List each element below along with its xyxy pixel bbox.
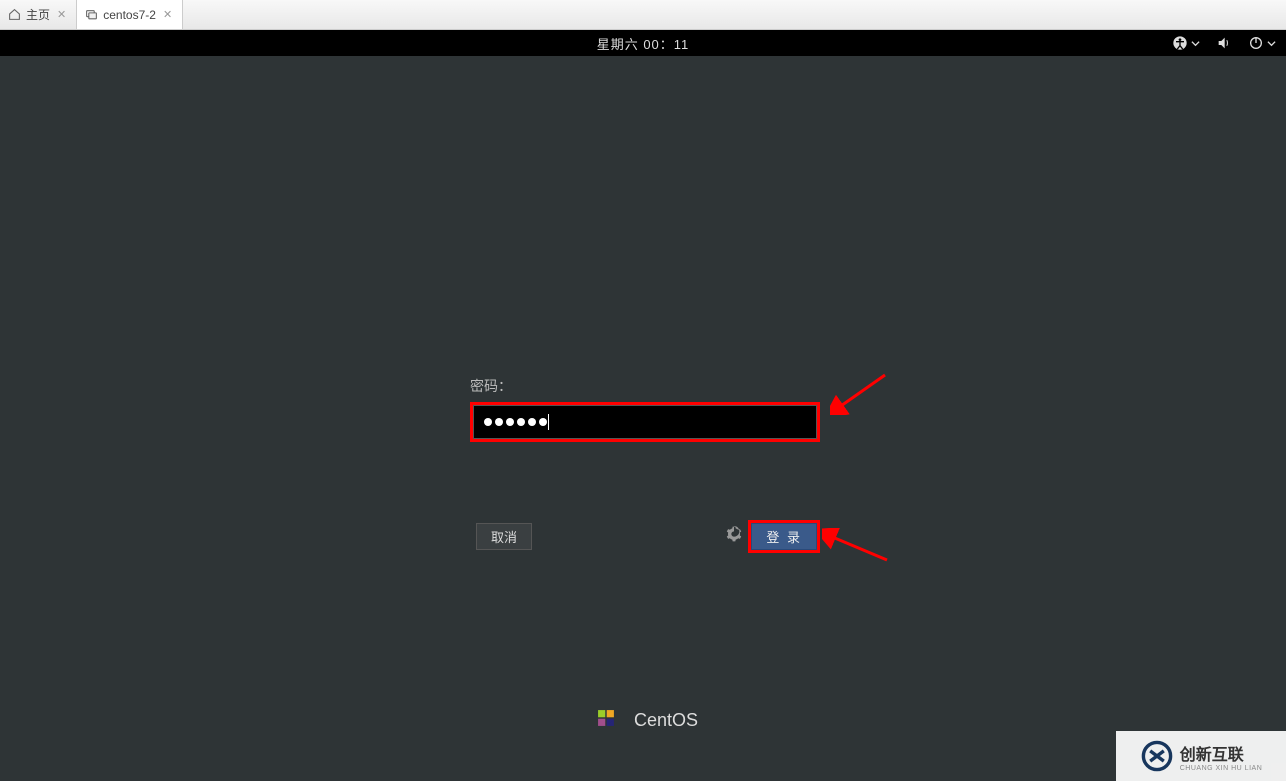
power-icon <box>1248 35 1264 51</box>
gear-icon <box>726 526 742 542</box>
vm-icon <box>85 8 98 21</box>
power-menu[interactable] <box>1248 35 1276 51</box>
login-button[interactable]: 登 录 <box>751 523 817 550</box>
topbar-right <box>1172 30 1276 56</box>
watermark: 创新互联 CHUANG XIN HU LIAN <box>1116 731 1286 781</box>
login-area: 密码： <box>470 376 820 442</box>
password-highlight <box>470 402 820 442</box>
desktop: 星期六 00：11 密码： 取消 <box>0 30 1286 781</box>
watermark-logo-icon <box>1140 739 1174 773</box>
volume-button[interactable] <box>1216 35 1232 51</box>
watermark-sub: CHUANG XIN HU LIAN <box>1180 765 1263 772</box>
accessibility-menu[interactable] <box>1172 35 1200 51</box>
password-label: 密码： <box>470 376 820 396</box>
chevron-down-icon <box>1267 39 1276 48</box>
tab-vm[interactable]: centos7-2 ✕ <box>77 0 183 29</box>
tab-vm-label: centos7-2 <box>103 8 156 22</box>
password-input[interactable] <box>473 405 817 439</box>
close-icon[interactable]: ✕ <box>55 8 68 21</box>
chevron-down-icon <box>1191 39 1200 48</box>
centos-label: CentOS <box>634 710 698 731</box>
centos-footer: CentOS <box>588 700 698 741</box>
button-row: 取消 登 录 <box>476 520 820 553</box>
topbar: 星期六 00：11 <box>0 30 1286 56</box>
tab-bar: 主页 ✕ centos7-2 ✕ <box>0 0 1286 30</box>
volume-icon <box>1216 35 1232 51</box>
tab-home-label: 主页 <box>26 6 50 23</box>
session-gear-button[interactable] <box>726 526 742 547</box>
annotation-arrow <box>822 528 892 568</box>
login-highlight: 登 录 <box>748 520 820 553</box>
tab-home[interactable]: 主页 ✕ <box>0 0 77 29</box>
home-icon <box>8 8 21 21</box>
accessibility-icon <box>1172 35 1188 51</box>
watermark-brand: 创新互联 <box>1180 747 1244 764</box>
cancel-button[interactable]: 取消 <box>476 523 532 550</box>
annotation-arrow <box>830 370 890 415</box>
centos-logo-icon <box>588 700 624 741</box>
text-cursor <box>548 414 549 430</box>
close-icon[interactable]: ✕ <box>161 8 174 21</box>
password-dots <box>484 418 547 426</box>
topbar-datetime: 星期六 00：11 <box>597 34 690 53</box>
